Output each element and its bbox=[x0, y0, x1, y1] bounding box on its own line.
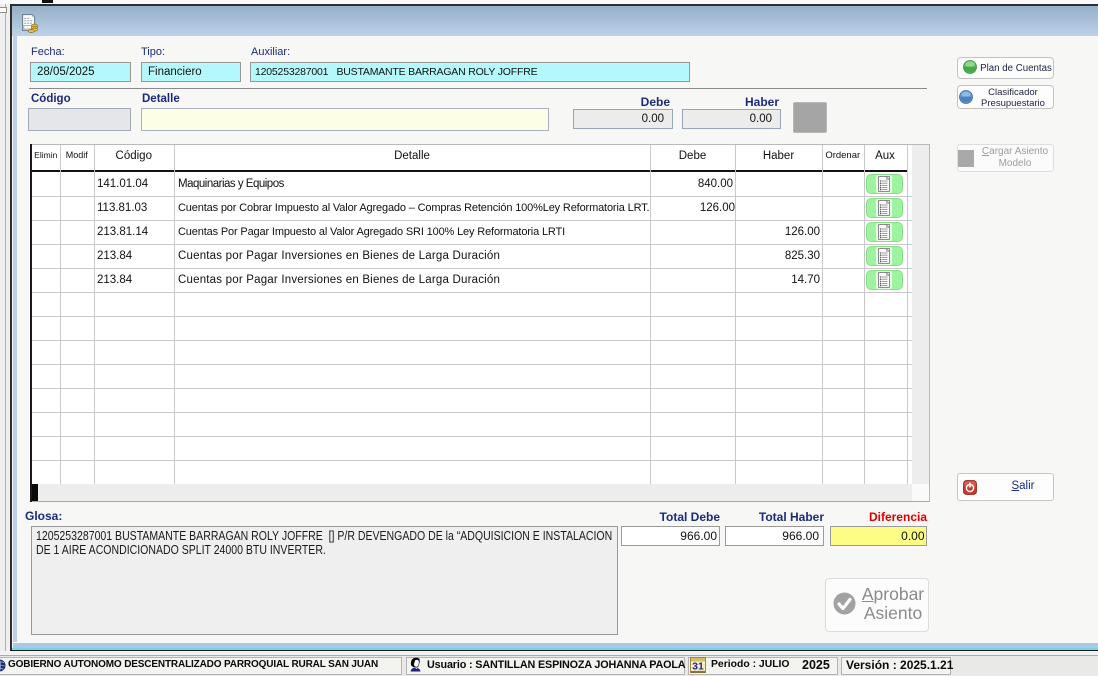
svg-text:31: 31 bbox=[692, 661, 704, 673]
